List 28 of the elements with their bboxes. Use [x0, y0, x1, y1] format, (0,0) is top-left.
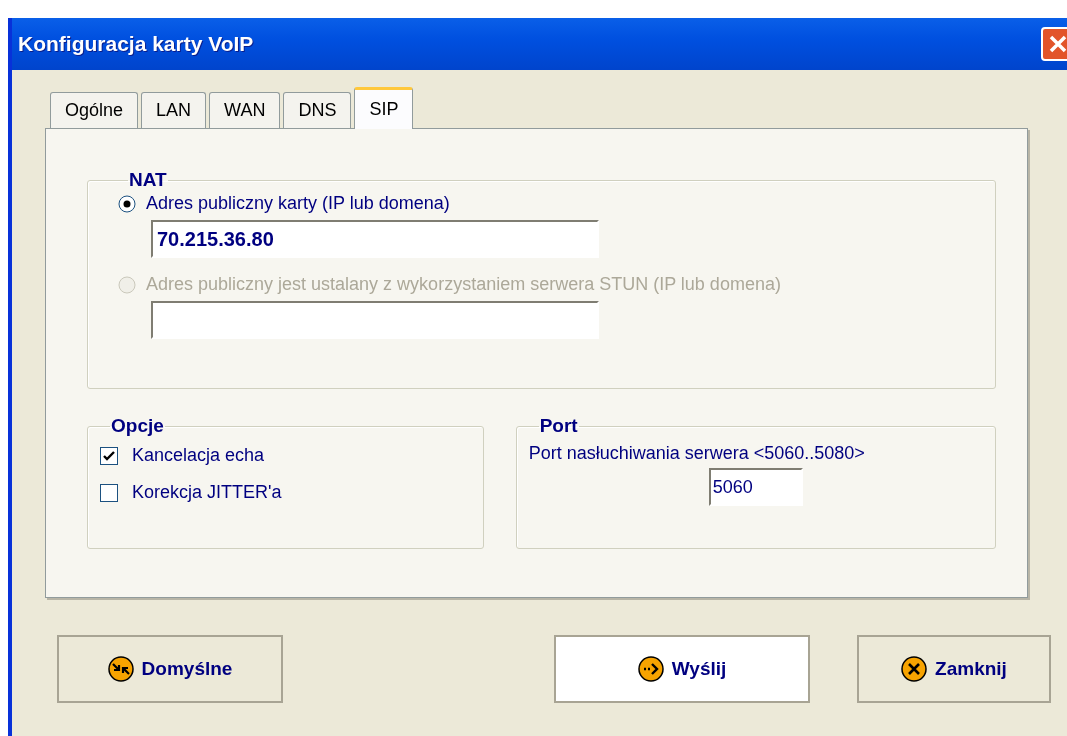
tab[interactable]: Ogólne [50, 92, 139, 128]
dialog-button[interactable]: Domyślne [57, 635, 283, 703]
checkbox[interactable] [100, 483, 118, 502]
radio-button[interactable] [118, 194, 136, 213]
port-field[interactable]: 5060 [708, 468, 803, 506]
group-title: Opcje [110, 415, 165, 437]
dialog-button[interactable]: Zamknij [857, 635, 1051, 703]
group-title: NAT [128, 169, 168, 191]
tab[interactable]: DNS [283, 92, 352, 128]
group-title: Port [538, 415, 579, 437]
tab[interactable]: SIP [354, 87, 414, 129]
checkbox-label: Kancelacja echa [132, 445, 265, 466]
arrow-right-icon [637, 656, 664, 682]
tab[interactable]: LAN [141, 92, 207, 128]
radio-label: Adres publiczny karty (IP lub domena) [146, 193, 450, 214]
checkbox-label: Korekcja JITTER'a [132, 482, 282, 503]
close-icon [1048, 34, 1067, 54]
radio-label: Adres publiczny jest ustalany z wykorzystaniem serwera STUN (IP lub domena) [146, 274, 781, 295]
address-field[interactable] [151, 301, 599, 339]
dialog-button[interactable]: Wyślij [554, 635, 810, 703]
port-label: Port nasłuchiwania serwera <5060..5080> [528, 443, 865, 464]
close-button[interactable] [1041, 27, 1067, 61]
address-field[interactable]: 70.215.36.80 [151, 220, 599, 258]
checkbox[interactable] [100, 446, 118, 465]
arrows-icon [107, 656, 134, 682]
window-title: Konfiguracja karty VoIP [18, 32, 254, 56]
close-icon [901, 656, 928, 682]
tab[interactable]: WAN [209, 92, 281, 128]
